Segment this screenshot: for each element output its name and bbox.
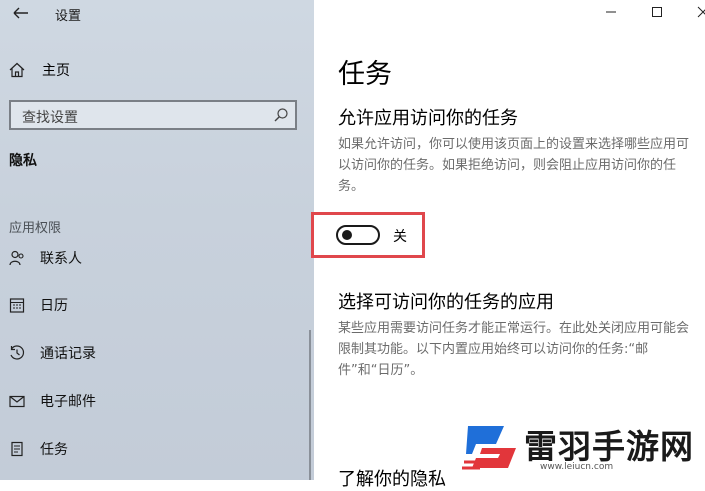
section-title-privacy: 隐私 bbox=[9, 153, 37, 169]
home-icon bbox=[9, 62, 25, 78]
sidebar-item-call-history[interactable]: 通话记录 bbox=[8, 340, 96, 366]
toggle-knob bbox=[342, 230, 352, 240]
search-icon[interactable] bbox=[273, 107, 289, 123]
brand-logo-icon bbox=[462, 426, 516, 470]
window-title: 设置 bbox=[55, 9, 82, 24]
calendar-icon bbox=[8, 296, 26, 314]
allow-access-description: 如果允许访问，你可以使用该页面上的设置来选择哪些应用可以访问你的任务。如果拒绝访… bbox=[338, 137, 690, 194]
email-icon bbox=[8, 392, 26, 410]
main-panel: 任务 允许应用访问你的任务 如果允许访问，你可以使用该页面上的设置来选择哪些应用… bbox=[311, 0, 705, 490]
choose-apps-heading: 选择可访问你的任务的应用 bbox=[338, 292, 554, 313]
sidebar-item-contacts[interactable]: 联系人 bbox=[8, 245, 82, 271]
allow-access-heading: 允许应用访问你的任务 bbox=[338, 108, 518, 129]
back-button[interactable] bbox=[10, 4, 32, 24]
watermark: 雷羽手游网 www.leiucn.com bbox=[462, 418, 702, 478]
allow-access-toggle[interactable] bbox=[336, 225, 380, 245]
sidebar-item-home[interactable]: 主页 bbox=[8, 58, 70, 82]
sidebar-item-label: 任务 bbox=[40, 442, 68, 458]
maximize-button[interactable] bbox=[648, 3, 666, 21]
back-arrow-icon bbox=[13, 7, 28, 19]
sidebar: 设置 主页 查找设置 隐私 应用权限 联系人 日历 通话记录 电子邮件 任务 bbox=[0, 0, 314, 480]
page-title: 任务 bbox=[338, 59, 392, 90]
sidebar-item-calendar[interactable]: 日历 bbox=[8, 292, 68, 318]
tasks-icon bbox=[8, 440, 26, 458]
choose-apps-description: 某些应用需要访问任务才能正常运行。在此处关闭应用可能会限制其功能。以下内置应用始… bbox=[338, 321, 690, 378]
minimize-button[interactable] bbox=[602, 3, 620, 21]
call-history-icon bbox=[8, 344, 26, 362]
search-placeholder: 查找设置 bbox=[22, 110, 78, 126]
toggle-highlight-frame: 关 bbox=[311, 212, 425, 258]
group-label-app-permissions: 应用权限 bbox=[9, 221, 62, 236]
sidebar-item-label: 电子邮件 bbox=[40, 394, 96, 410]
minimize-icon bbox=[606, 11, 616, 13]
close-button[interactable] bbox=[694, 3, 705, 21]
sidebar-item-label: 联系人 bbox=[40, 251, 82, 267]
learn-privacy-heading[interactable]: 了解你的隐私 bbox=[338, 465, 446, 491]
sidebar-scrollbar[interactable] bbox=[309, 330, 311, 480]
toggle-state-label: 关 bbox=[393, 229, 407, 245]
watermark-url: www.leiucn.com bbox=[540, 462, 614, 472]
sidebar-item-tasks[interactable]: 任务 bbox=[8, 436, 68, 462]
sidebar-item-label: 日历 bbox=[40, 298, 68, 314]
maximize-icon bbox=[652, 7, 662, 17]
sidebar-item-email[interactable]: 电子邮件 bbox=[8, 388, 96, 414]
watermark-brand: 雷羽手游网 bbox=[524, 427, 694, 466]
search-input[interactable]: 查找设置 bbox=[9, 100, 297, 130]
sidebar-item-label: 通话记录 bbox=[40, 346, 96, 362]
close-icon bbox=[697, 6, 705, 18]
sidebar-item-home-label: 主页 bbox=[42, 63, 70, 79]
contacts-icon bbox=[8, 249, 26, 267]
